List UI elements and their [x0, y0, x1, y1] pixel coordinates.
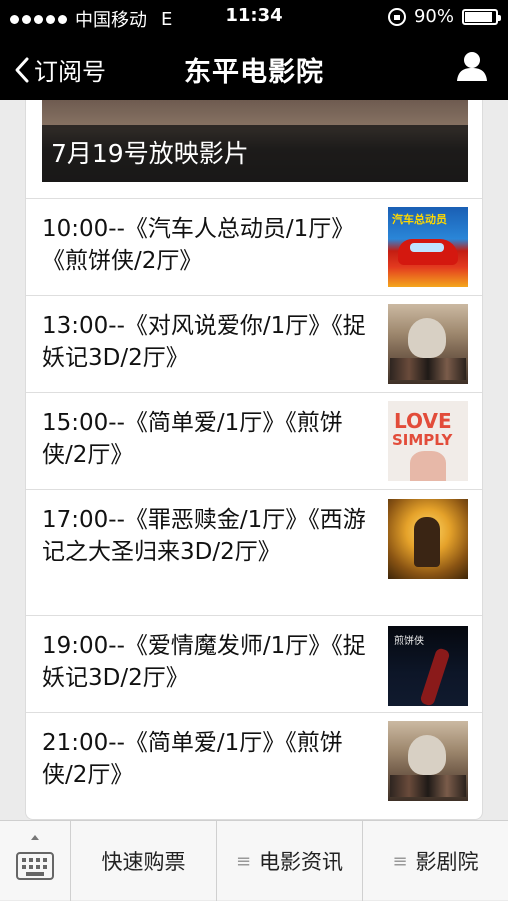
movie-poster-thumbnail — [388, 499, 468, 579]
chevron-left-icon — [15, 57, 29, 82]
showtime-row[interactable]: 19:00--《爱情魔发师/1厅》《捉妖记3D/2厅》 煎饼侠 — [26, 615, 482, 712]
poster-hands-graphic — [410, 451, 446, 481]
poster-car-window — [410, 243, 444, 252]
menu-icon: ≡ — [392, 850, 408, 872]
showtime-row[interactable]: 21:00--《简单爱/1厅》《煎饼侠/2厅》 — [26, 712, 482, 819]
navigation-bar: 订阅号 东平电影院 — [0, 34, 508, 100]
back-button[interactable]: 订阅号 — [14, 52, 106, 87]
poster-cast-graphic — [390, 358, 466, 380]
tab-theater-label: 影剧院 — [415, 850, 479, 874]
back-button-label: 订阅号 — [34, 58, 106, 86]
showtime-text: 19:00--《爱情魔发师/1厅》《捉妖记3D/2厅》 — [42, 633, 366, 691]
user-icon — [457, 52, 487, 81]
showtime-text: 17:00--《罪恶赎金/1厅》《西游记之大圣归来3D/2厅》 — [42, 507, 366, 565]
movie-poster-thumbnail — [388, 304, 468, 384]
poster-title: 汽车总动员 — [392, 213, 447, 226]
poster-monster-graphic — [408, 735, 446, 775]
movie-poster-thumbnail: 煎饼侠 — [388, 626, 468, 706]
tab-theater[interactable]: ≡ 影剧院 — [362, 821, 508, 901]
showtime-row[interactable]: 13:00--《对风说爱你/1厅》《捉妖记3D/2厅》 — [26, 295, 482, 392]
tab-quick-ticket-label: 快速购票 — [101, 850, 186, 874]
battery-percent: 90% — [413, 6, 454, 27]
showtime-text: 15:00--《简单爱/1厅》《煎饼侠/2厅》 — [42, 410, 343, 468]
menu-icon: ≡ — [235, 850, 252, 872]
tab-movie-news[interactable]: ≡ 电影资讯 — [216, 821, 362, 901]
showtime-row[interactable]: 17:00--《罪恶赎金/1厅》《西游记之大圣归来3D/2厅》 — [26, 489, 482, 615]
movie-poster-thumbnail: LOVE SIMPLY — [388, 401, 468, 481]
bottom-menu-bar: 快速购票 ≡ 电影资讯 ≡ 影剧院 — [0, 820, 508, 901]
poster-title-line-2: SIMPLY — [392, 431, 453, 449]
tab-movie-news-label: 电影资讯 — [259, 850, 344, 874]
showtime-row[interactable]: 15:00--《简单爱/1厅》《煎饼侠/2厅》 LOVE SIMPLY — [26, 392, 482, 489]
tab-quick-ticket[interactable]: 快速购票 — [70, 821, 216, 901]
schedule-card: 7月19号放映影片 10:00--《汽车人总动员/1厅》《煎饼侠/2厅》 汽车总… — [25, 100, 483, 820]
profile-button[interactable] — [456, 50, 488, 86]
keyboard-icon — [16, 852, 54, 880]
keyboard-toggle-button[interactable] — [0, 821, 70, 901]
battery-level-fill — [465, 11, 492, 22]
showtime-text: 13:00--《对风说爱你/1厅》《捉妖记3D/2厅》 — [42, 313, 366, 371]
poster-leg-graphic — [419, 647, 451, 706]
poster-title: 煎饼侠 — [394, 636, 424, 647]
poster-monster-graphic — [408, 318, 446, 358]
showtime-text: 21:00--《简单爱/1厅》《煎饼侠/2厅》 — [42, 730, 343, 788]
showtime-text: 10:00--《汽车人总动员/1厅》《煎饼侠/2厅》 — [42, 216, 355, 274]
banner-image: 7月19号放映影片 — [42, 100, 468, 182]
poster-figure-graphic — [414, 517, 440, 567]
battery-icon — [462, 8, 501, 25]
poster-cast-graphic — [390, 775, 466, 797]
showtime-row[interactable]: 10:00--《汽车人总动员/1厅》《煎饼侠/2厅》 汽车总动员 — [26, 198, 482, 295]
movie-poster-thumbnail: 汽车总动员 — [388, 207, 468, 287]
banner-caption: 7月19号放映影片 — [51, 139, 249, 168]
poster-title-line-1: LOVE — [394, 409, 452, 433]
chevron-up-icon — [31, 835, 39, 840]
status-bar-right: 90% — [387, 6, 501, 27]
status-bar: 中国移动 E 11:34 90% — [0, 0, 508, 34]
rotation-lock-icon — [387, 7, 406, 26]
movie-poster-thumbnail — [388, 721, 468, 801]
